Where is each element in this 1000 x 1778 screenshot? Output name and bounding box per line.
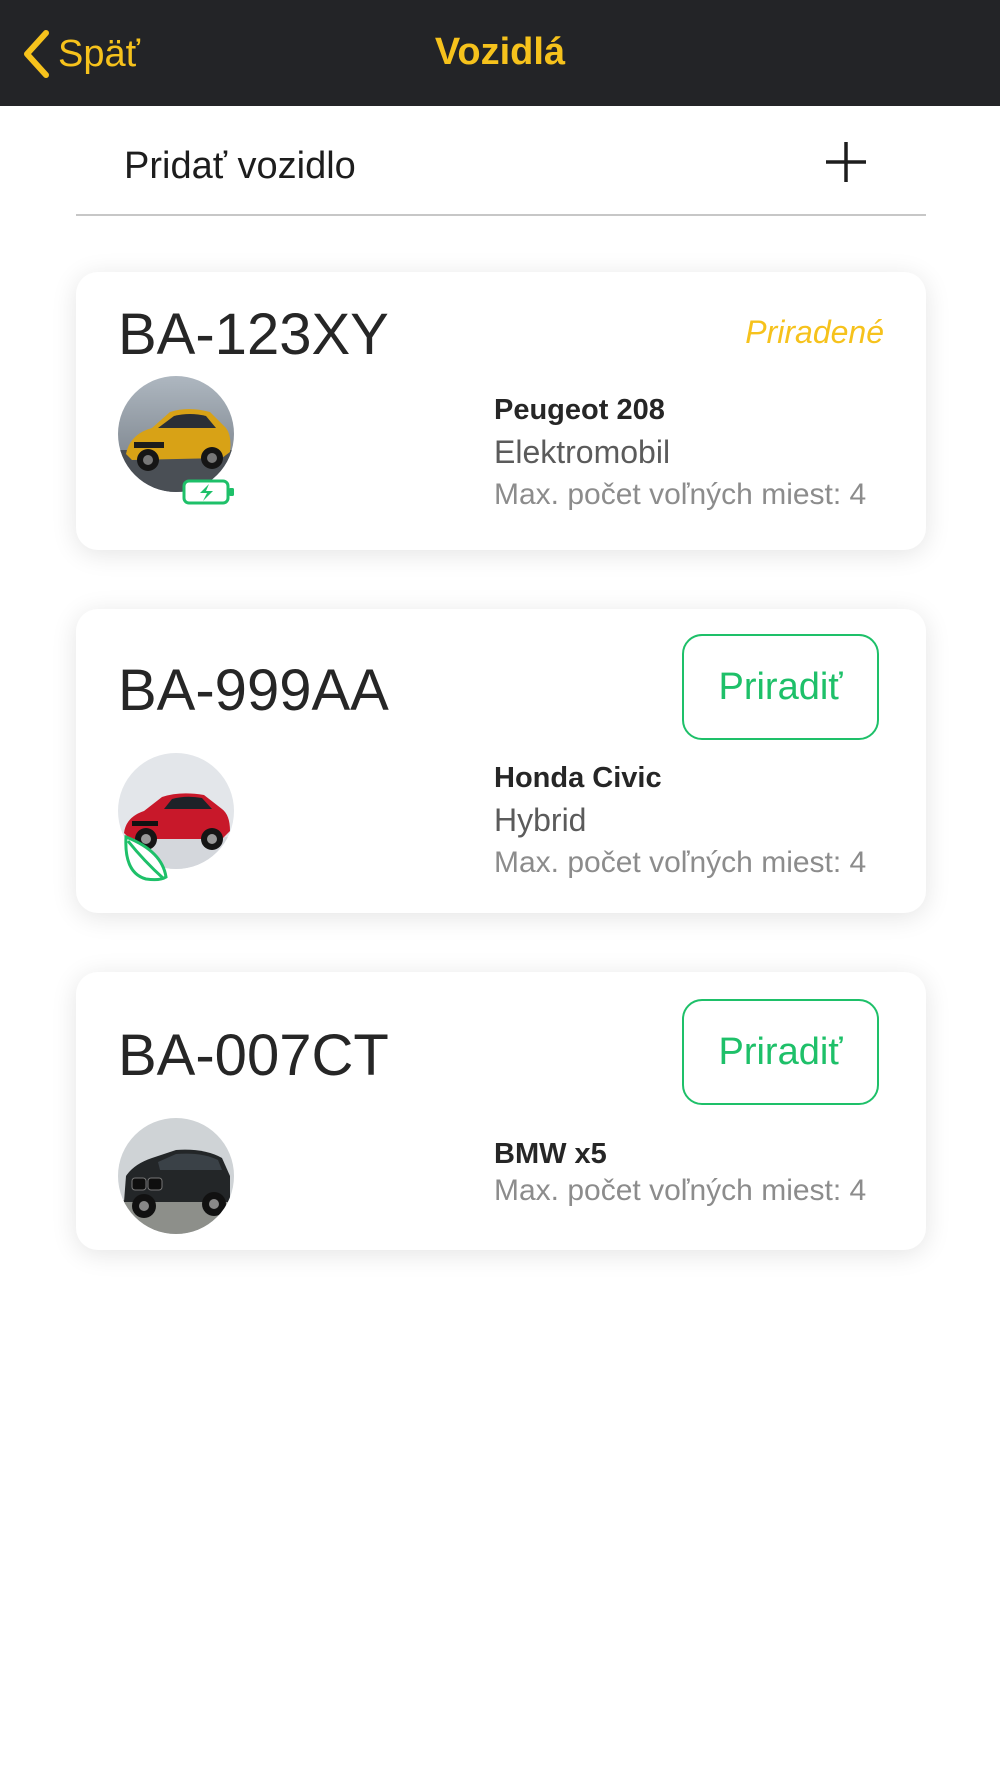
battery-charging-icon <box>182 479 234 505</box>
back-button[interactable]: Späť <box>22 26 140 82</box>
status-badge: Priradené <box>745 314 884 350</box>
fuel-type: Hybrid <box>494 802 587 838</box>
vehicle-card[interactable]: BA-999AA Priradiť Honda Civic Hybrid Max… <box>76 609 926 913</box>
assign-button[interactable]: Priradiť <box>682 634 879 740</box>
fuel-type: Elektromobil <box>494 434 671 470</box>
seats-info: Max. počet voľných miest: 4 <box>494 478 867 511</box>
vehicle-photo <box>118 1118 234 1234</box>
seats-info: Max. počet voľných miest: 4 <box>494 1174 867 1207</box>
vehicle-model: Honda Civic <box>494 762 662 794</box>
license-plate: BA-123XY <box>118 302 389 367</box>
back-label: Späť <box>58 32 140 75</box>
license-plate: BA-999AA <box>118 658 389 723</box>
vehicle-card[interactable]: BA-123XY Priradené Peugeot 208 Elektromo <box>76 272 926 550</box>
page-title: Vozidlá <box>434 31 566 73</box>
vehicle-model: BMW x5 <box>494 1138 607 1170</box>
plus-icon[interactable] <box>824 140 868 184</box>
chevron-left-icon <box>24 30 49 78</box>
add-vehicle-row[interactable]: Pridať vozidlo <box>76 128 926 216</box>
assign-button[interactable]: Priradiť <box>682 999 879 1105</box>
top-bar: Vozidlá Späť <box>0 0 1000 106</box>
vehicle-model: Peugeot 208 <box>494 394 665 426</box>
seats-info: Max. počet voľných miest: 4 <box>494 846 867 879</box>
license-plate: BA-007CT <box>118 1023 389 1088</box>
leaf-icon <box>124 834 168 882</box>
vehicle-card[interactable]: BA-007CT Priradiť BMW x5 Max. počet voľn… <box>76 972 926 1250</box>
add-vehicle-label: Pridať vozidlo <box>124 145 356 187</box>
vehicle-photo <box>118 376 234 492</box>
